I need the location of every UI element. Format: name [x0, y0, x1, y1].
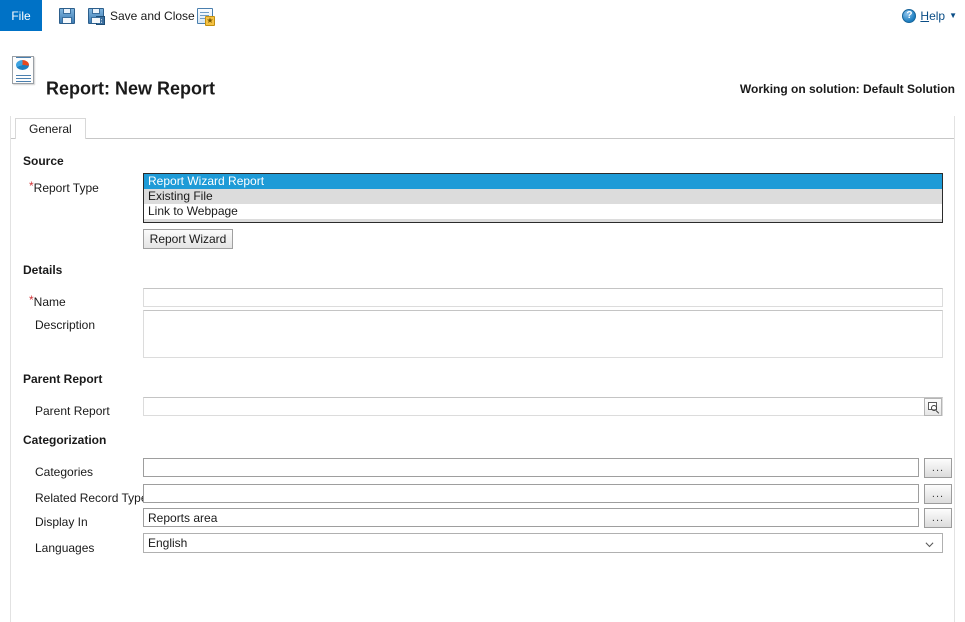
- help-button[interactable]: ? Help ▼: [902, 0, 957, 31]
- tab-general-label: General: [29, 122, 72, 136]
- description-label: Description: [35, 318, 96, 332]
- new-record-icon: ★: [197, 7, 215, 26]
- page-title: Report: New Report: [46, 78, 216, 99]
- command-bar: File x Save and Close ★ ? Help ▼: [0, 0, 965, 32]
- save-icon: [59, 7, 75, 24]
- help-label: Help: [920, 8, 946, 23]
- section-heading-source: Source: [23, 154, 64, 168]
- display-in-picker-button[interactable]: ...: [924, 508, 952, 528]
- display-in-input[interactable]: [143, 508, 919, 527]
- report-wizard-button[interactable]: Report Wizard: [143, 229, 233, 249]
- listbox-option-report-wizard-report[interactable]: Report Wizard Report: [144, 174, 942, 189]
- close-badge-icon: x: [96, 15, 105, 25]
- file-menu-tab[interactable]: File: [0, 0, 42, 31]
- help-circle-icon: ?: [902, 8, 917, 23]
- section-heading-categorization: Categorization: [23, 433, 107, 447]
- categories-picker-button[interactable]: ...: [924, 458, 952, 478]
- ellipsis-icon: ...: [931, 462, 945, 474]
- categories-label: Categories: [35, 465, 94, 479]
- name-label: *Name: [29, 293, 66, 309]
- name-input[interactable]: [143, 288, 943, 307]
- related-record-types-input[interactable]: [143, 484, 919, 503]
- file-menu-label: File: [11, 8, 31, 23]
- display-in-label: Display In: [35, 515, 88, 529]
- report-type-label: *Report Type: [29, 179, 99, 195]
- new-badge-icon: ★: [205, 15, 215, 26]
- section-heading-details: Details: [23, 263, 63, 277]
- section-heading-parent-report: Parent Report: [23, 372, 103, 386]
- lookup-magnifier-icon[interactable]: [924, 398, 942, 416]
- parent-report-label: Parent Report: [35, 404, 110, 418]
- new-record-button[interactable]: ★: [194, 0, 222, 31]
- form-body: General Source *Report Type Report Wizar…: [10, 116, 955, 622]
- related-record-types-label: Related Record Types: [35, 491, 154, 505]
- report-wizard-button-label: Report Wizard: [149, 232, 227, 246]
- ellipsis-icon: ...: [931, 488, 945, 500]
- solution-context-label: Working on solution: Default Solution: [739, 82, 955, 96]
- languages-selected-value: English: [148, 536, 188, 550]
- ellipsis-icon: ...: [931, 512, 945, 524]
- save-button[interactable]: [56, 0, 84, 31]
- save-and-close-icon: x: [88, 7, 105, 25]
- related-record-types-picker-button[interactable]: ...: [924, 484, 952, 504]
- languages-select[interactable]: English: [143, 533, 943, 553]
- tab-strip: General: [11, 116, 954, 139]
- save-and-close-label: Save and Close: [110, 8, 195, 23]
- tab-general[interactable]: General: [15, 118, 86, 139]
- report-type-listbox[interactable]: Report Wizard Report Existing File Link …: [143, 173, 943, 223]
- parent-report-input[interactable]: [143, 397, 943, 416]
- listbox-option-existing-file[interactable]: Existing File: [144, 189, 942, 204]
- chevron-down-icon: [925, 542, 934, 548]
- categories-input[interactable]: [143, 458, 919, 477]
- save-and-close-button[interactable]: x Save and Close: [85, 0, 198, 31]
- chevron-down-icon: ▼: [949, 11, 957, 20]
- page-header: Report: New Report Working on solution: …: [0, 31, 965, 107]
- languages-label: Languages: [35, 541, 95, 555]
- pie-chart-glyph: [16, 60, 29, 70]
- listbox-option-link-to-webpage[interactable]: Link to Webpage: [144, 204, 942, 219]
- description-textarea[interactable]: [143, 310, 943, 358]
- report-document-icon: [12, 56, 38, 86]
